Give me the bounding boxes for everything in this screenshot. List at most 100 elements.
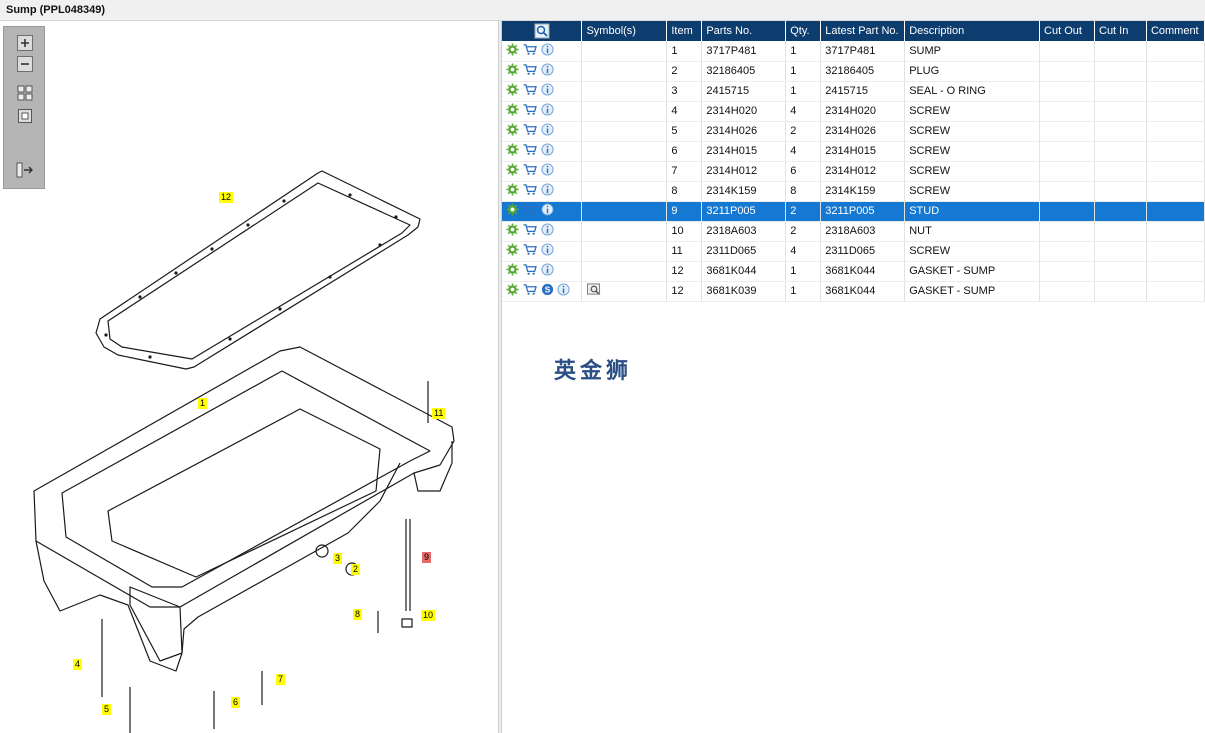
configure-gear-icon[interactable]: [506, 43, 519, 59]
callout-11[interactable]: 11: [432, 408, 446, 419]
part-info-icon[interactable]: [541, 83, 554, 99]
configure-gear-icon[interactable]: [506, 63, 519, 79]
table-row[interactable]: 12 3681K044 1 3681K044 GASKET - SUMP: [502, 261, 1205, 282]
table-row[interactable]: 10 2318A603 2 2318A603 NUT: [502, 221, 1205, 242]
table-row[interactable]: 7 2314H012 6 2314H012 SCREW: [502, 161, 1205, 182]
description-header[interactable]: Description: [904, 21, 1041, 41]
fit-window-button[interactable]: [15, 107, 35, 125]
part-info-icon[interactable]: [541, 183, 554, 199]
table-row[interactable]: 2 32186405 1 32186405 PLUG: [502, 61, 1205, 82]
table-row[interactable]: 11 2311D065 4 2311D065 SCREW: [502, 241, 1205, 262]
configure-gear-icon[interactable]: [506, 163, 519, 179]
latest-part-header[interactable]: Latest Part No.: [820, 21, 906, 41]
toggle-panel-button[interactable]: [15, 161, 35, 179]
part-info-icon[interactable]: [541, 223, 554, 239]
cut-in-cell: [1094, 81, 1147, 102]
configure-gear-icon[interactable]: [506, 83, 519, 99]
cut-out-cell: [1039, 161, 1095, 182]
add-to-cart-icon[interactable]: [522, 203, 538, 219]
drawing-pane[interactable]: 12 1 11 3 2 9 8 10 4 7 5 6: [0, 21, 498, 733]
latest-part-cell: 2415715: [820, 81, 906, 102]
add-to-cart-icon[interactable]: [522, 263, 538, 279]
callout-1[interactable]: 1: [198, 398, 208, 409]
parts-no-cell: 2314K159: [701, 181, 787, 202]
add-to-cart-icon[interactable]: [522, 243, 538, 259]
table-row[interactable]: 3 2415715 1 2415715 SEAL - O RING: [502, 81, 1205, 102]
configure-gear-icon[interactable]: [506, 103, 519, 119]
configure-gear-icon[interactable]: [506, 183, 519, 199]
row-actions: S: [502, 281, 583, 302]
cut-in-cell: [1094, 121, 1147, 142]
item-header[interactable]: Item: [666, 21, 703, 41]
qty-cell: 1: [785, 81, 822, 102]
part-info-icon[interactable]: [541, 263, 554, 279]
configure-gear-icon[interactable]: [506, 223, 519, 239]
add-to-cart-icon[interactable]: [522, 163, 538, 179]
table-row[interactable]: S 12 3681K039 1 3681K044 GASKET - SUMP: [502, 281, 1205, 302]
supersession-icon[interactable]: S: [541, 283, 554, 299]
table-header-row: Symbol(s) Item Parts No. Qty. Latest Par…: [502, 21, 1205, 41]
fit-all-button[interactable]: [15, 84, 35, 102]
exploded-parts-drawing[interactable]: [0, 21, 498, 733]
callout-7[interactable]: 7: [276, 674, 286, 685]
add-to-cart-icon[interactable]: [522, 43, 538, 59]
table-row[interactable]: 1 3717P481 1 3717P481 SUMP: [502, 41, 1205, 62]
parts-no-header[interactable]: Parts No.: [701, 21, 787, 41]
callout-10[interactable]: 10: [421, 610, 436, 621]
callout-9-selected[interactable]: 9: [422, 552, 432, 563]
part-info-icon[interactable]: [541, 203, 554, 219]
symbols-cell: [581, 141, 668, 162]
add-to-cart-icon[interactable]: [522, 283, 538, 299]
part-info-icon[interactable]: [541, 103, 554, 119]
table-row[interactable]: 8 2314K159 8 2314K159 SCREW: [502, 181, 1205, 202]
parts-table: Symbol(s) Item Parts No. Qty. Latest Par…: [502, 21, 1205, 302]
symbols-header[interactable]: Symbol(s): [581, 21, 668, 41]
part-info-icon[interactable]: [541, 163, 554, 179]
zoom-out-button[interactable]: [15, 55, 35, 73]
comment-header[interactable]: Comment: [1146, 21, 1205, 41]
qty-header[interactable]: Qty.: [785, 21, 822, 41]
add-to-cart-icon[interactable]: [522, 123, 538, 139]
parts-no-cell: 2314H026: [701, 121, 787, 142]
callout-2[interactable]: 2: [351, 564, 361, 575]
add-to-cart-icon[interactable]: [522, 143, 538, 159]
configure-gear-icon[interactable]: [506, 143, 519, 159]
cut-in-cell: [1094, 221, 1147, 242]
callout-5[interactable]: 5: [102, 704, 112, 715]
add-to-cart-icon[interactable]: [522, 103, 538, 119]
window-title: Sump (PPL048349): [6, 4, 106, 16]
configure-gear-icon[interactable]: [506, 123, 519, 139]
cut-in-header[interactable]: Cut In: [1094, 21, 1147, 41]
table-row[interactable]: 5 2314H026 2 2314H026 SCREW: [502, 121, 1205, 142]
table-row[interactable]: 6 2314H015 4 2314H015 SCREW: [502, 141, 1205, 162]
part-info-icon[interactable]: [541, 243, 554, 259]
add-to-cart-icon[interactable]: [522, 223, 538, 239]
configure-gear-icon[interactable]: [506, 283, 519, 299]
add-to-cart-icon[interactable]: [522, 63, 538, 79]
part-info-icon[interactable]: [541, 143, 554, 159]
actions-header[interactable]: [502, 21, 583, 41]
configure-gear-icon[interactable]: [506, 243, 519, 259]
callout-4[interactable]: 4: [73, 659, 83, 670]
part-info-icon[interactable]: [541, 123, 554, 139]
part-info-icon[interactable]: [541, 43, 554, 59]
qty-cell: 2: [785, 201, 822, 222]
part-info-icon[interactable]: [557, 283, 570, 299]
configure-gear-icon[interactable]: [506, 263, 519, 279]
callout-3[interactable]: 3: [333, 553, 343, 564]
callout-12[interactable]: 12: [219, 192, 234, 203]
zoom-in-button[interactable]: [15, 34, 35, 52]
search-parts-icon[interactable]: [534, 23, 550, 39]
callout-6[interactable]: 6: [231, 697, 241, 708]
add-to-cart-icon[interactable]: [522, 83, 538, 99]
configure-gear-icon[interactable]: [506, 203, 519, 219]
part-info-icon[interactable]: [541, 63, 554, 79]
cut-out-cell: [1039, 261, 1095, 282]
view-drawing-icon[interactable]: [586, 283, 602, 299]
callout-8[interactable]: 8: [353, 609, 363, 620]
cut-out-header[interactable]: Cut Out: [1039, 21, 1095, 41]
comment-cell: [1146, 261, 1205, 282]
add-to-cart-icon[interactable]: [522, 183, 538, 199]
table-row[interactable]: 4 2314H020 4 2314H020 SCREW: [502, 101, 1205, 122]
table-row-selected[interactable]: 9 3211P005 2 3211P005 STUD: [502, 201, 1205, 222]
